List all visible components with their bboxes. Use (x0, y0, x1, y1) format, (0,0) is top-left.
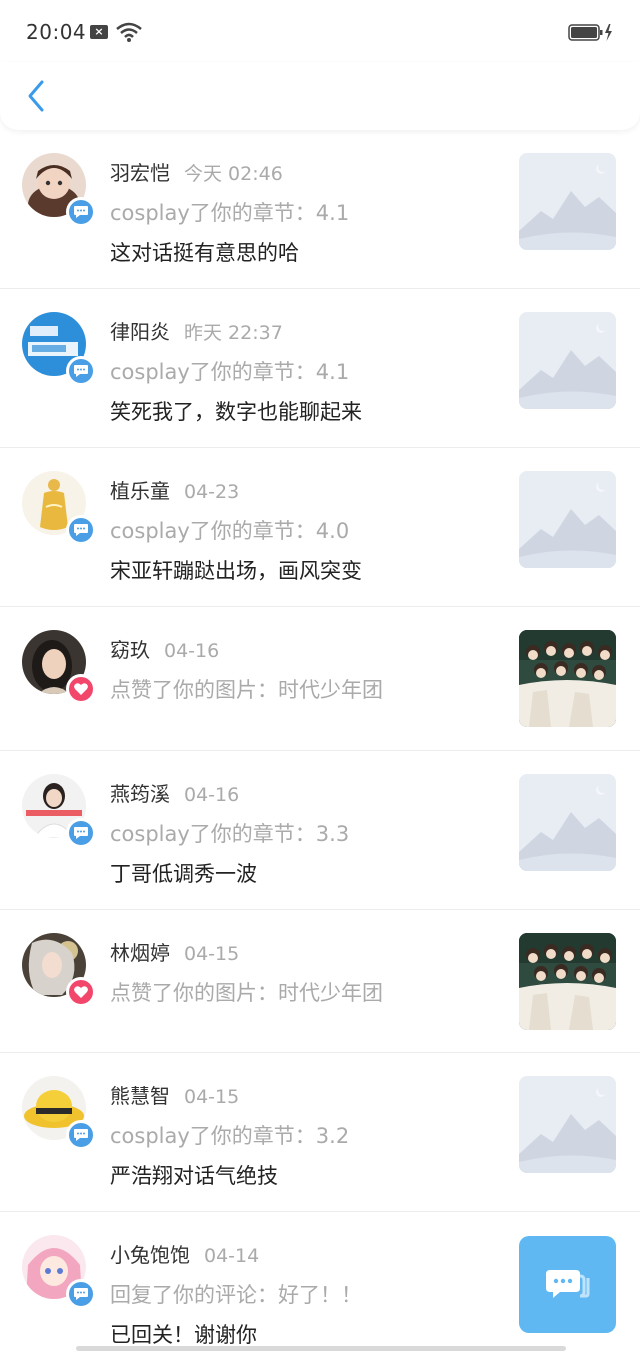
action-text: 回复了你的评论：好了！！ (110, 1283, 362, 1307)
action-text: cosplay了你的章节：4.1 (110, 360, 350, 384)
image-placeholder-icon[interactable] (519, 774, 616, 871)
photo-thumbnail[interactable] (519, 630, 616, 727)
timestamp: 04-23 (184, 481, 240, 503)
back-button[interactable] (18, 76, 54, 116)
wifi-icon (116, 22, 142, 42)
avatar[interactable] (22, 774, 96, 848)
avatar[interactable] (22, 1235, 96, 1309)
action-text: cosplay了你的章节：4.0 (110, 519, 350, 543)
avatar[interactable] (22, 312, 96, 386)
user-name[interactable]: 林烟婷 (110, 941, 170, 965)
heart-badge-icon (66, 674, 96, 704)
status-bar: 20:04 × (0, 0, 640, 62)
photo-thumbnail[interactable] (519, 933, 616, 1030)
user-name[interactable]: 律阳炎 (110, 320, 170, 344)
notification-row[interactable]: 燕筠溪 04-16 cosplay了你的章节：3.3 丁哥低调秀一波 (0, 751, 640, 910)
status-time: 20:04 (26, 20, 87, 44)
user-name[interactable]: 熊慧智 (110, 1084, 170, 1108)
action-text: cosplay了你的章节：4.1 (110, 201, 350, 225)
notification-row[interactable]: 窈玖 04-16 点赞了你的图片：时代少年团 (0, 607, 640, 751)
comment-text: 已回关！谢谢你 (110, 1323, 257, 1347)
user-name[interactable]: 植乐童 (110, 479, 170, 503)
avatar[interactable] (22, 933, 96, 1007)
heart-badge-icon (66, 977, 96, 1007)
comment-badge-icon (66, 1120, 96, 1150)
image-placeholder-icon[interactable] (519, 153, 616, 250)
comment-text: 严浩翔对话气绝技 (110, 1164, 278, 1188)
comment-text: 丁哥低调秀一波 (110, 862, 257, 886)
notification-list: 羽宏恺今天 02:46 cosplay了你的章节：4.1 这对话挺有意思的哈 (0, 130, 640, 1351)
timestamp: 04-15 (184, 1086, 240, 1108)
chevron-left-icon (28, 80, 44, 112)
comment-badge-icon (66, 356, 96, 386)
comment-text: 宋亚轩蹦跶出场，画风突变 (110, 559, 362, 583)
timestamp: 04-16 (184, 784, 240, 806)
timestamp: 04-16 (164, 640, 220, 662)
avatar[interactable] (22, 471, 96, 545)
notification-row[interactable]: 熊慧智 04-15 cosplay了你的章节：3.2 严浩翔对话气绝技 (0, 1053, 640, 1212)
avatar[interactable] (22, 153, 96, 227)
battery-charging-icon (568, 24, 612, 41)
timestamp: 04-14 (204, 1245, 260, 1267)
action-text: cosplay了你的章节：3.2 (110, 1124, 350, 1148)
image-placeholder-icon[interactable] (519, 471, 616, 568)
image-placeholder-icon[interactable] (519, 1076, 616, 1173)
action-text: 点赞了你的图片：时代少年团 (110, 678, 383, 702)
timestamp: 今天 02:46 (184, 163, 283, 185)
avatar[interactable] (22, 1076, 96, 1150)
comment-badge-icon (66, 818, 96, 848)
notification-row[interactable]: 律阳炎 昨天 22:37 cosplay了你的章节：4.1 笑死我了，数字也能聊起… (0, 289, 640, 448)
comment-badge-icon (66, 1279, 96, 1309)
notification-row[interactable]: 植乐童 04-23 cosplay了你的章节：4.0 宋亚轩蹦跶出场，画风突变 (0, 448, 640, 607)
notification-row[interactable]: 林烟婷 04-15 点赞了你的图片：时代少年团 (0, 910, 640, 1053)
notification-row[interactable]: 羽宏恺 今天 02:46 cosplay了你的章节：4.1 这对话挺有意思的哈 (0, 130, 640, 289)
user-name[interactable]: 窈玖 (110, 638, 150, 662)
chat-button[interactable] (519, 1236, 616, 1333)
user-name[interactable]: 羽宏恺 (110, 161, 170, 185)
action-text: cosplay了你的章节：3.3 (110, 822, 350, 846)
home-indicator (76, 1346, 566, 1351)
comment-text: 笑死我了，数字也能聊起来 (110, 400, 362, 424)
timestamp: 昨天 22:37 (184, 322, 283, 344)
avatar[interactable] (22, 630, 96, 704)
user-name[interactable]: 燕筠溪 (110, 782, 170, 806)
comment-badge-icon (66, 197, 96, 227)
image-placeholder-icon[interactable] (519, 312, 616, 409)
comment-text: 这对话挺有意思的哈 (110, 241, 299, 265)
user-name[interactable]: 小兔饱饱 (110, 1243, 190, 1267)
timestamp: 04-15 (184, 943, 240, 965)
chat-bubble-icon (545, 1269, 589, 1298)
sim-off-icon: × (90, 25, 108, 39)
nav-bar (0, 62, 640, 130)
action-text: 点赞了你的图片：时代少年团 (110, 981, 383, 1005)
comment-badge-icon (66, 515, 96, 545)
